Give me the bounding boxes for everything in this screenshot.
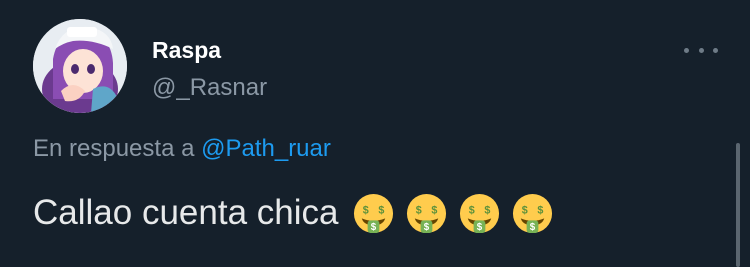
money-mouth-face-emoji: $ $ $ bbox=[460, 193, 500, 233]
svg-text:$: $ bbox=[379, 204, 385, 216]
tweet-card: Raspa @_Rasnar En respuesta a @Path_ruar… bbox=[0, 0, 750, 267]
money-mouth-face-emoji: $ $ $ bbox=[407, 193, 447, 233]
avatar[interactable] bbox=[33, 19, 127, 113]
reply-context: En respuesta a @Path_ruar bbox=[33, 134, 331, 164]
svg-text:$: $ bbox=[477, 222, 483, 233]
svg-text:$: $ bbox=[530, 222, 536, 233]
more-options-icon bbox=[684, 47, 689, 53]
avatar-icon bbox=[33, 19, 127, 113]
emoji-row: $ $ $ $ $ $ $ $ $ $ $ $ bbox=[352, 192, 554, 235]
tweet-body: Callao cuenta chica $ $ $ $ $ $ $ $ $ $ … bbox=[33, 191, 554, 235]
svg-text:$: $ bbox=[538, 204, 544, 216]
scrollbar[interactable] bbox=[736, 143, 740, 267]
money-mouth-face-emoji: $ $ $ bbox=[513, 193, 553, 233]
money-mouth-face-emoji: $ $ $ bbox=[354, 193, 394, 233]
reply-mention-link[interactable]: @Path_ruar bbox=[201, 135, 331, 162]
tweet-text: Callao cuenta chica bbox=[33, 193, 339, 232]
reply-prefix: En respuesta a bbox=[33, 135, 195, 162]
svg-text:$: $ bbox=[432, 204, 438, 216]
more-options-icon bbox=[698, 47, 704, 53]
svg-text:$: $ bbox=[469, 204, 475, 216]
svg-text:$: $ bbox=[416, 204, 422, 216]
svg-text:$: $ bbox=[371, 222, 377, 233]
more-options-button[interactable] bbox=[684, 36, 718, 64]
svg-text:$: $ bbox=[485, 204, 491, 216]
svg-text:$: $ bbox=[424, 222, 430, 233]
more-options-icon bbox=[713, 47, 718, 53]
svg-text:$: $ bbox=[522, 204, 528, 216]
svg-text:$: $ bbox=[363, 204, 369, 216]
display-name[interactable]: Raspa bbox=[152, 36, 221, 64]
user-handle[interactable]: @_Rasnar bbox=[152, 74, 267, 102]
